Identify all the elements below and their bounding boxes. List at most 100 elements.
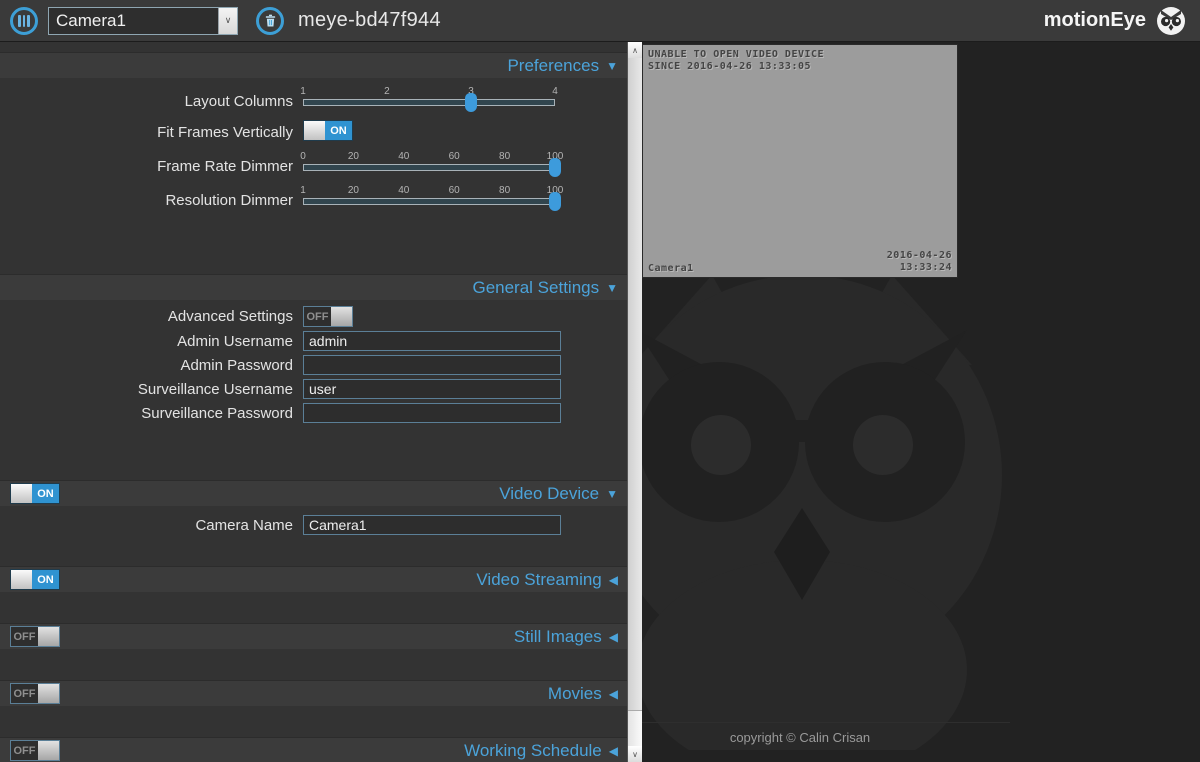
admin-password-input[interactable] bbox=[303, 355, 561, 375]
section-preferences: Preferences ▼ Layout Columns 1 2 3 4 bbox=[0, 52, 627, 227]
field-label: Surveillance Username bbox=[0, 381, 303, 398]
camera-frame-camera1[interactable]: UNABLE TO OPEN VIDEO DEVICESINCE 2016-04… bbox=[642, 44, 958, 278]
section-title: Preferences bbox=[507, 56, 599, 76]
field-label: Admin Username bbox=[0, 333, 303, 350]
camera-name-input[interactable] bbox=[303, 515, 561, 535]
section-working-schedule: OFF Working Schedule ◀ bbox=[0, 737, 627, 762]
owl-watermark bbox=[642, 270, 1007, 750]
camera-select-value: Camera1 bbox=[49, 8, 218, 34]
movies-toggle[interactable]: OFF bbox=[10, 683, 60, 704]
field-label: Admin Password bbox=[0, 357, 303, 374]
scroll-up-icon: ∧ bbox=[632, 46, 638, 55]
toggle-knob bbox=[38, 684, 59, 703]
field-label: Frame Rate Dimmer bbox=[0, 158, 303, 175]
slider-track bbox=[303, 164, 555, 171]
toggle-knob bbox=[38, 741, 59, 760]
scroll-up-button[interactable]: ∧ bbox=[628, 42, 642, 58]
slider-thumb[interactable] bbox=[465, 93, 477, 112]
video-device-toggle[interactable]: ON bbox=[10, 483, 60, 504]
toggle-state: OFF bbox=[11, 741, 38, 760]
section-title: Video Device bbox=[499, 484, 599, 504]
field-label: Surveillance Password bbox=[0, 405, 303, 422]
frame-rate-dimmer-slider[interactable]: 0 20 40 60 80 100 bbox=[303, 151, 555, 181]
video-streaming-toggle[interactable]: ON bbox=[10, 569, 60, 590]
chevron-collapsed-icon: ◀ bbox=[609, 573, 618, 587]
field-label: Advanced Settings bbox=[0, 308, 303, 325]
toggle-state: ON bbox=[325, 121, 352, 140]
slider-thumb[interactable] bbox=[549, 158, 561, 177]
footer-divider bbox=[642, 722, 1010, 723]
section-header-preferences[interactable]: Preferences ▼ bbox=[0, 52, 627, 78]
toggle-knob bbox=[331, 307, 352, 326]
field-label: Layout Columns bbox=[0, 93, 303, 110]
field-label: Camera Name bbox=[0, 517, 303, 534]
topbar: Camera1 ∨ meye-bd47f944 motionEye bbox=[0, 0, 1200, 42]
tick-label: 60 bbox=[449, 185, 460, 196]
surveillance-username-input[interactable] bbox=[303, 379, 561, 399]
toggle-state: ON bbox=[32, 484, 59, 503]
tick-label: 2 bbox=[384, 86, 390, 97]
advanced-settings-row: Advanced Settings OFF bbox=[0, 306, 627, 327]
section-title: Still Images bbox=[514, 627, 602, 647]
slider-track bbox=[303, 198, 555, 205]
section-movies: OFF Movies ◀ bbox=[0, 680, 627, 706]
slider-track bbox=[303, 99, 555, 106]
section-header-video-device[interactable]: ON Video Device ▼ bbox=[0, 480, 627, 506]
section-general-settings: General Settings ▼ Advanced Settings OFF… bbox=[0, 274, 627, 435]
trash-icon bbox=[263, 13, 278, 28]
camera-select[interactable]: Camera1 ∨ bbox=[48, 7, 238, 35]
tick-label: 20 bbox=[348, 185, 359, 196]
scroll-down-button[interactable]: ∨ bbox=[628, 746, 642, 762]
admin-username-input[interactable] bbox=[303, 331, 561, 351]
tick-label: 80 bbox=[499, 151, 510, 162]
surveillance-password-row: Surveillance Password bbox=[0, 403, 627, 423]
camera-name-row: Camera Name bbox=[0, 515, 627, 535]
slider-thumb[interactable] bbox=[549, 192, 561, 211]
section-header-general-settings[interactable]: General Settings ▼ bbox=[0, 274, 627, 300]
scrollbar-track[interactable] bbox=[628, 58, 642, 746]
still-images-toggle[interactable]: OFF bbox=[10, 626, 60, 647]
toggle-knob bbox=[304, 121, 325, 140]
chevron-expanded-icon: ▼ bbox=[606, 281, 618, 295]
camera-error-overlay: UNABLE TO OPEN VIDEO DEVICESINCE 2016-04… bbox=[648, 49, 824, 73]
fit-frames-row: Fit Frames Vertically ON bbox=[0, 120, 627, 145]
settings-panel: Preferences ▼ Layout Columns 1 2 3 4 bbox=[0, 42, 627, 762]
tick-label: 1 bbox=[300, 86, 306, 97]
working-schedule-toggle[interactable]: OFF bbox=[10, 740, 60, 761]
resolution-dimmer-row: Resolution Dimmer 1 20 40 60 80 100 bbox=[0, 185, 627, 215]
tick-label: 40 bbox=[398, 151, 409, 162]
tick-label: 4 bbox=[552, 86, 558, 97]
tick-label: 80 bbox=[499, 185, 510, 196]
section-header-movies[interactable]: OFF Movies ◀ bbox=[0, 680, 627, 706]
motioneye-owl-icon bbox=[1156, 6, 1186, 36]
layout-columns-slider[interactable]: 1 2 3 4 bbox=[303, 86, 555, 116]
toggle-state: OFF bbox=[11, 684, 38, 703]
scrollbar-thumb[interactable] bbox=[628, 58, 642, 711]
toggle-state: ON bbox=[32, 570, 59, 589]
panel-scrollbar[interactable]: ∧ ∨ bbox=[627, 42, 642, 762]
tick-label: 0 bbox=[300, 151, 306, 162]
fit-frames-vertically-toggle[interactable]: ON bbox=[303, 120, 353, 141]
section-title: General Settings bbox=[472, 278, 599, 298]
advanced-settings-toggle[interactable]: OFF bbox=[303, 306, 353, 327]
chevron-collapsed-icon: ◀ bbox=[609, 630, 618, 644]
field-label: Resolution Dimmer bbox=[0, 192, 303, 209]
remove-camera-button[interactable] bbox=[256, 7, 284, 35]
panel-columns-icon bbox=[18, 15, 30, 27]
section-header-still-images[interactable]: OFF Still Images ◀ bbox=[0, 623, 627, 649]
layout-columns-row: Layout Columns 1 2 3 4 bbox=[0, 86, 627, 116]
resolution-dimmer-slider[interactable]: 1 20 40 60 80 100 bbox=[303, 185, 555, 215]
section-video-streaming: ON Video Streaming ◀ bbox=[0, 566, 627, 592]
surveillance-password-input[interactable] bbox=[303, 403, 561, 423]
frame-rate-dimmer-row: Frame Rate Dimmer 0 20 40 60 80 100 bbox=[0, 151, 627, 181]
chevron-down-icon: ∨ bbox=[218, 8, 237, 34]
toggle-knob bbox=[11, 570, 32, 589]
camera-name-overlay: Camera1 bbox=[648, 263, 694, 274]
brand-name: motionEye bbox=[1044, 9, 1146, 32]
layout-columns-menu-button[interactable] bbox=[10, 7, 38, 35]
camera-area: UNABLE TO OPEN VIDEO DEVICESINCE 2016-04… bbox=[642, 42, 1200, 762]
toggle-knob bbox=[38, 627, 59, 646]
section-header-video-streaming[interactable]: ON Video Streaming ◀ bbox=[0, 566, 627, 592]
section-header-working-schedule[interactable]: OFF Working Schedule ◀ bbox=[0, 737, 627, 762]
chevron-expanded-icon: ▼ bbox=[606, 487, 618, 501]
